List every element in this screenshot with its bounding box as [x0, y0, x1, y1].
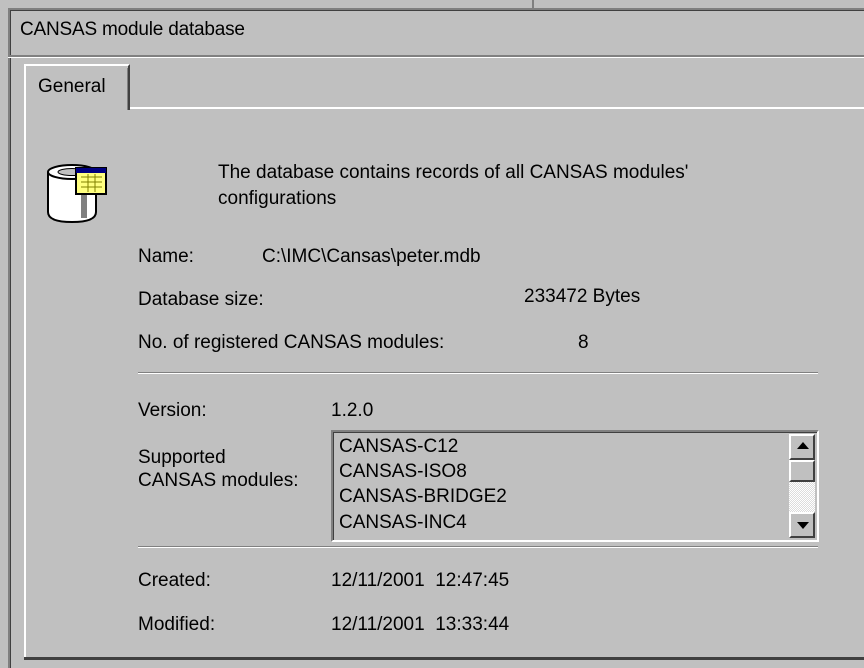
tab-general-label: General [38, 76, 106, 97]
arrow-down-icon [797, 522, 809, 529]
modified-label: Modified: [138, 614, 216, 635]
database-description: The database contains records of all CAN… [218, 162, 689, 209]
database-size-value: 233472 Bytes [524, 286, 641, 307]
list-item[interactable]: CANSAS-BRIDGE2 [339, 486, 507, 508]
tab-general[interactable]: General [24, 64, 130, 110]
module-count-label: No. of registered CANSAS modules: [138, 332, 445, 353]
version-label: Version: [138, 400, 207, 421]
section-divider [138, 372, 818, 374]
version-value: 1.2.0 [331, 400, 374, 421]
dialog-title: CANSAS module database [20, 19, 245, 40]
module-count-value: 8 [578, 332, 589, 353]
database-icon [47, 164, 107, 224]
arrow-up-icon [797, 442, 809, 449]
database-size-label: Database size: [138, 289, 264, 310]
created-value: 12/11/2001 12:47:45 [331, 570, 510, 591]
modified-value: 12/11/2001 13:33:44 [331, 614, 510, 635]
supported-modules-list[interactable]: CANSAS-C12 CANSAS-ISO8 CANSAS-BRIDGE2 CA… [331, 430, 819, 542]
list-item[interactable]: CANSAS-C12 [339, 436, 458, 458]
created-label: Created: [138, 570, 211, 591]
name-label: Name: [138, 246, 194, 267]
name-value: C:\IMC\Cansas\peter.mdb [262, 246, 481, 267]
list-item[interactable]: CANSAS-INC4 [339, 512, 467, 534]
supported-modules-label: Supported CANSAS modules: [138, 447, 299, 491]
scroll-down-button[interactable] [789, 512, 815, 538]
list-item[interactable]: CANSAS-ISO8 [339, 461, 467, 483]
list-scrollbar[interactable] [789, 434, 815, 538]
scrollbar-thumb[interactable] [789, 460, 815, 482]
tabstrip-line [24, 107, 864, 109]
section-divider [138, 546, 818, 548]
dialog-header: CANSAS module database [6, 6, 862, 56]
scroll-up-button[interactable] [789, 434, 815, 460]
panel-bottom-edge [24, 657, 864, 660]
